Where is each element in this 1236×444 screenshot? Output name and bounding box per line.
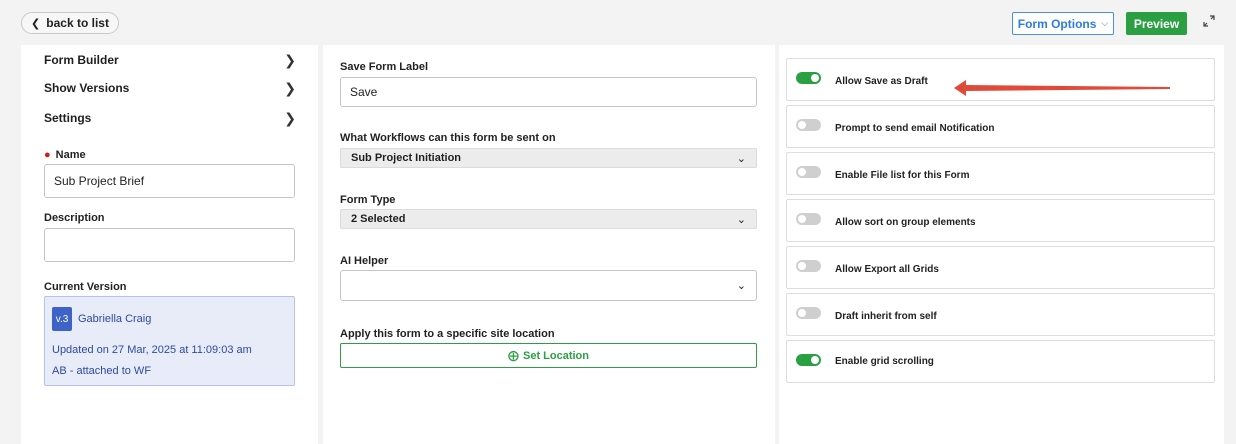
- sidebar-item-show-versions[interactable]: Show Versions ❯: [44, 77, 296, 99]
- toggle-row-allow-save-as-draft: Allow Save as Draft: [786, 58, 1215, 101]
- version-note: AB - attached to WF: [52, 365, 152, 377]
- allow-sort-switch[interactable]: [796, 213, 821, 225]
- toggle-label: Allow Save as Draft: [835, 76, 928, 87]
- chevron-down-icon: ⌵: [1101, 18, 1109, 28]
- chevron-down-icon: ⌄: [736, 280, 746, 292]
- prompt-email-switch[interactable]: [796, 119, 821, 131]
- ai-helper-select[interactable]: ⌄: [340, 270, 757, 301]
- form-type-select[interactable]: 2 Selected ⌄: [340, 209, 757, 229]
- save-form-label-title: Save Form Label: [340, 61, 429, 73]
- preview-label: Preview: [1133, 16, 1180, 31]
- location-target-icon: ⨁: [507, 350, 519, 362]
- workflows-title: What Workflows can this form be sent on: [340, 132, 556, 144]
- toggle-row-enable-file-list: Enable File list for this Form: [786, 152, 1215, 195]
- workflows-select[interactable]: Sub Project Initiation ⌄: [340, 148, 757, 168]
- ai-helper-title: AI Helper: [340, 255, 389, 267]
- sidebar-item-label: Settings: [44, 111, 92, 125]
- chevron-right-icon: ❯: [284, 109, 296, 126]
- back-to-list-label: back to list: [46, 16, 109, 30]
- form-options-dropdown[interactable]: Form Options ⌵: [1012, 12, 1114, 35]
- description-field-label: Description: [44, 212, 105, 224]
- toggle-row-draft-inherit: Draft inherit from self: [786, 293, 1215, 336]
- description-input[interactable]: [44, 228, 295, 262]
- form-type-value: 2 Selected: [351, 213, 406, 225]
- version-badge: v.3: [52, 307, 72, 331]
- chevron-down-icon: ⌄: [736, 152, 746, 165]
- chevron-right-icon: ❯: [284, 51, 296, 68]
- chevron-left-icon: ❮: [31, 17, 41, 30]
- toggle-label: Allow sort on group elements: [835, 217, 976, 228]
- enable-file-list-switch[interactable]: [796, 166, 821, 178]
- sidebar-item-form-builder[interactable]: Form Builder ❯: [44, 49, 296, 71]
- form-type-title: Form Type: [340, 194, 396, 206]
- set-location-button[interactable]: ⨁ Set Location: [340, 343, 757, 368]
- annotation-arrow: [954, 80, 1170, 96]
- name-input[interactable]: Sub Project Brief: [44, 164, 295, 198]
- grid-scrolling-switch[interactable]: [796, 354, 821, 366]
- left-panel: Form Builder ❯ Show Versions ❯ Settings …: [21, 45, 318, 444]
- version-author: Gabriella Craig: [78, 313, 152, 325]
- toggle-label: Enable File list for this Form: [835, 170, 970, 181]
- set-location-label: Set Location: [522, 349, 589, 362]
- sidebar-item-label: Show Versions: [44, 81, 130, 95]
- toggle-row-grid-scrolling: Enable grid scrolling: [786, 340, 1215, 383]
- form-toggles-panel: Allow Save as Draft Prompt to send email…: [779, 45, 1224, 444]
- preview-button[interactable]: Preview: [1126, 12, 1187, 35]
- toggle-label: Allow Export all Grids: [835, 264, 939, 275]
- sidebar-item-label: Form Builder: [44, 53, 119, 67]
- draft-inherit-switch[interactable]: [796, 307, 821, 319]
- toggle-row-allow-sort: Allow sort on group elements: [786, 199, 1215, 242]
- toggle-label: Prompt to send email Notification: [835, 123, 995, 134]
- location-title: Apply this form to a specific site locat…: [340, 328, 555, 340]
- chevron-down-icon: ⌄: [736, 213, 746, 226]
- toggle-row-allow-export: Allow Export all Grids: [786, 246, 1215, 289]
- save-form-label-input[interactable]: Save: [340, 77, 757, 107]
- toggle-label: Draft inherit from self: [835, 311, 937, 322]
- required-indicator-icon: ●: [44, 149, 51, 161]
- chevron-right-icon: ❯: [284, 79, 296, 96]
- expand-icon[interactable]: [1201, 13, 1217, 29]
- version-updated: Updated on 27 Mar, 2025 at 11:09:03 am: [52, 344, 252, 356]
- current-version-card: v.3 Gabriella Craig Updated on 27 Mar, 2…: [44, 296, 295, 386]
- toggle-label: Enable grid scrolling: [835, 356, 934, 367]
- back-to-list-button[interactable]: ❮ back to list: [21, 12, 119, 34]
- form-options-label: Form Options: [1017, 16, 1097, 31]
- allow-save-as-draft-switch[interactable]: [796, 72, 821, 84]
- form-settings-panel: Save Form Label Save What Workflows can …: [323, 45, 775, 444]
- name-field-label: ● Name: [44, 149, 86, 161]
- workflows-value: Sub Project Initiation: [351, 152, 462, 164]
- current-version-label: Current Version: [44, 281, 127, 293]
- sidebar-item-settings[interactable]: Settings ❯: [44, 107, 296, 129]
- toggle-row-prompt-email: Prompt to send email Notification: [786, 105, 1215, 148]
- allow-export-switch[interactable]: [796, 260, 821, 272]
